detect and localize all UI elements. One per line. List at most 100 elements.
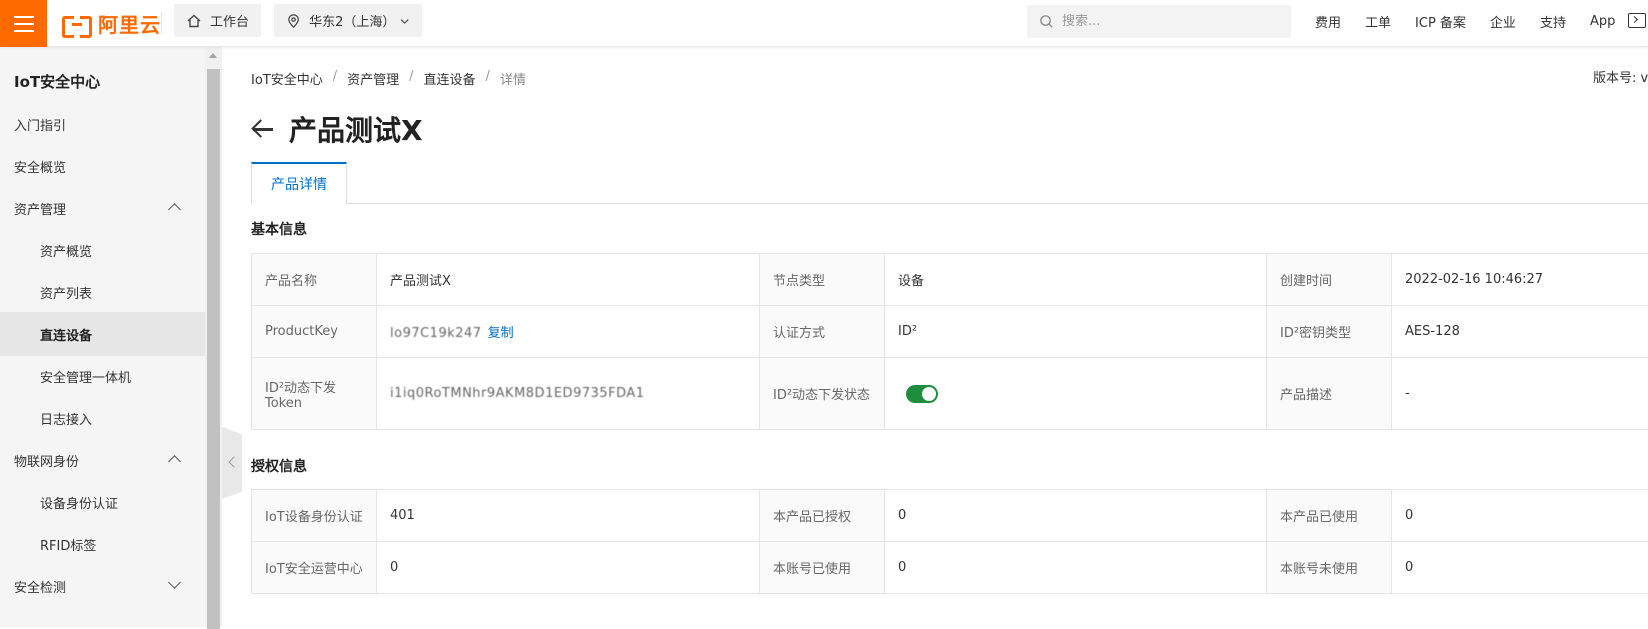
search-input[interactable] — [1062, 14, 1272, 29]
breadcrumb-item[interactable]: 资产管理 — [347, 69, 399, 88]
field-label: ID²动态下发Token — [252, 358, 377, 430]
table-row: IoT设备身份认证 401 本产品已授权 0 本产品已使用 0 — [252, 490, 1648, 542]
field-label: 认证方式 — [760, 306, 885, 358]
location-pin-icon — [286, 13, 301, 29]
table-row: ProductKey lo97C19k247 复制 认证方式 ID² ID²密钥类… — [252, 306, 1648, 358]
sidebar-title: IoT安全中心 — [14, 71, 100, 92]
sidebar-item-getting-started[interactable]: 入门指引 — [0, 102, 205, 146]
sidebar-item-device-auth[interactable]: 设备身份认证 — [0, 480, 205, 524]
toggle-cell — [885, 358, 1267, 430]
token-cell: i1iq0RoTMNhr9AKM8D1ED9735FDA1 — [377, 358, 760, 430]
top-bar: 阿里云 工作台 华东2（上海） 费用 工单 ICP 备案 企业 支持 App — [0, 0, 1648, 47]
tab-product-details[interactable]: 产品详情 — [251, 162, 347, 204]
link-support[interactable]: 支持 — [1540, 12, 1566, 31]
page-title: 产品测试X — [289, 109, 423, 149]
sidebar-item-security-appliance[interactable]: 安全管理一体机 — [0, 354, 205, 398]
sidebar-item-direct-devices[interactable]: 直连设备 — [0, 312, 205, 356]
breadcrumb: IoT安全中心 / 资产管理 / 直连设备 / 详情 — [251, 69, 526, 88]
field-label: 创建时间 — [1267, 254, 1392, 306]
chevron-down-icon — [168, 576, 181, 589]
field-value: 0 — [1392, 542, 1648, 594]
sidebar-item-label: 资产概览 — [40, 241, 92, 260]
sidebar-item-label: 日志接入 — [40, 409, 92, 428]
breadcrumb-item[interactable]: 直连设备 — [424, 69, 476, 88]
dynamic-token-toggle[interactable] — [906, 385, 938, 403]
breadcrumb-separator: / — [409, 69, 413, 88]
link-icp[interactable]: ICP 备案 — [1415, 12, 1466, 31]
field-value: 0 — [377, 542, 760, 594]
breadcrumb-separator: / — [486, 69, 490, 88]
table-row: IoT安全运营中心 0 本账号已使用 0 本账号未使用 0 — [252, 542, 1648, 594]
scroll-up-icon[interactable] — [209, 53, 217, 58]
product-key-value: lo97C19k247 — [390, 326, 482, 341]
auth-info-table: IoT设备身份认证 401 本产品已授权 0 本产品已使用 0 IoT安全运营中… — [251, 489, 1648, 594]
sidebar-item-security-check[interactable]: 安全检测 — [0, 564, 205, 608]
sidebar-item-overview[interactable]: 安全概览 — [0, 144, 205, 188]
menu-icon[interactable] — [0, 0, 47, 47]
breadcrumb-item[interactable]: IoT安全中心 — [251, 69, 323, 88]
sidebar-scrollbar[interactable] — [205, 47, 222, 627]
product-key-cell: lo97C19k247 复制 — [377, 306, 760, 358]
terminal-icon[interactable] — [1628, 13, 1646, 28]
link-tickets[interactable]: 工单 — [1365, 12, 1391, 31]
sidebar-item-asset-overview[interactable]: 资产概览 — [0, 228, 205, 272]
basic-info-table: 产品名称 产品测试X 节点类型 设备 创建时间 2022-02-16 10:46… — [251, 253, 1648, 430]
sidebar-item-label: 安全管理一体机 — [40, 367, 131, 386]
scrollbar-thumb[interactable] — [207, 69, 220, 629]
sidebar-item-label: 直连设备 — [40, 325, 92, 344]
field-value: 0 — [885, 542, 1267, 594]
sidebar-item-label: 安全概览 — [14, 157, 66, 176]
field-value: 设备 — [885, 254, 1267, 306]
section-auth-info: 授权信息 — [251, 456, 307, 476]
field-label: IoT安全运营中心 — [252, 542, 377, 594]
field-label: IoT设备身份认证 — [252, 490, 377, 542]
field-label: ProductKey — [252, 306, 377, 358]
version-label: 版本号: v — [1593, 67, 1648, 86]
region-selector[interactable]: 华东2（上海） — [274, 4, 422, 37]
field-value: 2022-02-16 10:46:27 — [1392, 254, 1648, 306]
sidebar-item-log-access[interactable]: 日志接入 — [0, 396, 205, 440]
link-app[interactable]: App — [1590, 14, 1615, 29]
title-row: 产品测试X — [251, 109, 423, 149]
logo-text: 阿里云 — [98, 9, 161, 38]
sidebar-item-label: 物联网身份 — [14, 451, 79, 470]
field-value: 401 — [377, 490, 760, 542]
divider — [161, 12, 162, 34]
back-arrow-icon[interactable] — [251, 119, 275, 139]
workbench-label: 工作台 — [210, 11, 249, 30]
search-box[interactable] — [1027, 5, 1291, 38]
sidebar-item-asset-management[interactable]: 资产管理 — [0, 186, 205, 230]
sidebar-item-asset-list[interactable]: 资产列表 — [0, 270, 205, 314]
field-label: ID²密钥类型 — [1267, 306, 1392, 358]
top-links: 费用 工单 ICP 备案 企业 支持 App — [1315, 0, 1639, 42]
sidebar-item-iot-identity[interactable]: 物联网身份 — [0, 438, 205, 482]
link-fees[interactable]: 费用 — [1315, 12, 1341, 31]
field-value: AES-128 — [1392, 306, 1648, 358]
workbench-button[interactable]: 工作台 — [174, 4, 261, 37]
token-value: i1iq0RoTMNhr9AKM8D1ED9735FDA1 — [390, 386, 645, 401]
region-label: 华东2（上海） — [309, 11, 391, 30]
field-value: 0 — [1392, 490, 1648, 542]
sidebar: IoT安全中心 入门指引 安全概览 资产管理 资产概览 资产列表 直连设备 安全… — [0, 47, 205, 627]
tab-bar: 产品详情 — [251, 162, 1648, 204]
field-label: 产品描述 — [1267, 358, 1392, 430]
sidebar-item-rfid[interactable]: RFID标签 — [0, 522, 205, 566]
field-label: 本账号未使用 — [1267, 542, 1392, 594]
breadcrumb-current: 详情 — [500, 69, 526, 88]
field-label: 本产品已使用 — [1267, 490, 1392, 542]
home-icon — [186, 13, 202, 29]
field-label: 节点类型 — [760, 254, 885, 306]
field-value: 产品测试X — [377, 254, 760, 306]
search-icon — [1039, 14, 1054, 29]
chevron-down-icon — [399, 15, 410, 27]
field-label: 产品名称 — [252, 254, 377, 306]
field-value: ID² — [885, 306, 1267, 358]
link-enterprise[interactable]: 企业 — [1490, 12, 1516, 31]
copy-button[interactable]: 复制 — [488, 326, 514, 341]
sidebar-collapse-handle[interactable] — [222, 427, 242, 499]
logo-mark-icon — [62, 14, 92, 34]
chevron-up-icon — [168, 455, 181, 468]
sidebar-item-label: 资产管理 — [14, 199, 66, 218]
sidebar-item-label: 设备身份认证 — [40, 493, 118, 512]
aliyun-logo[interactable]: 阿里云 — [62, 9, 161, 38]
